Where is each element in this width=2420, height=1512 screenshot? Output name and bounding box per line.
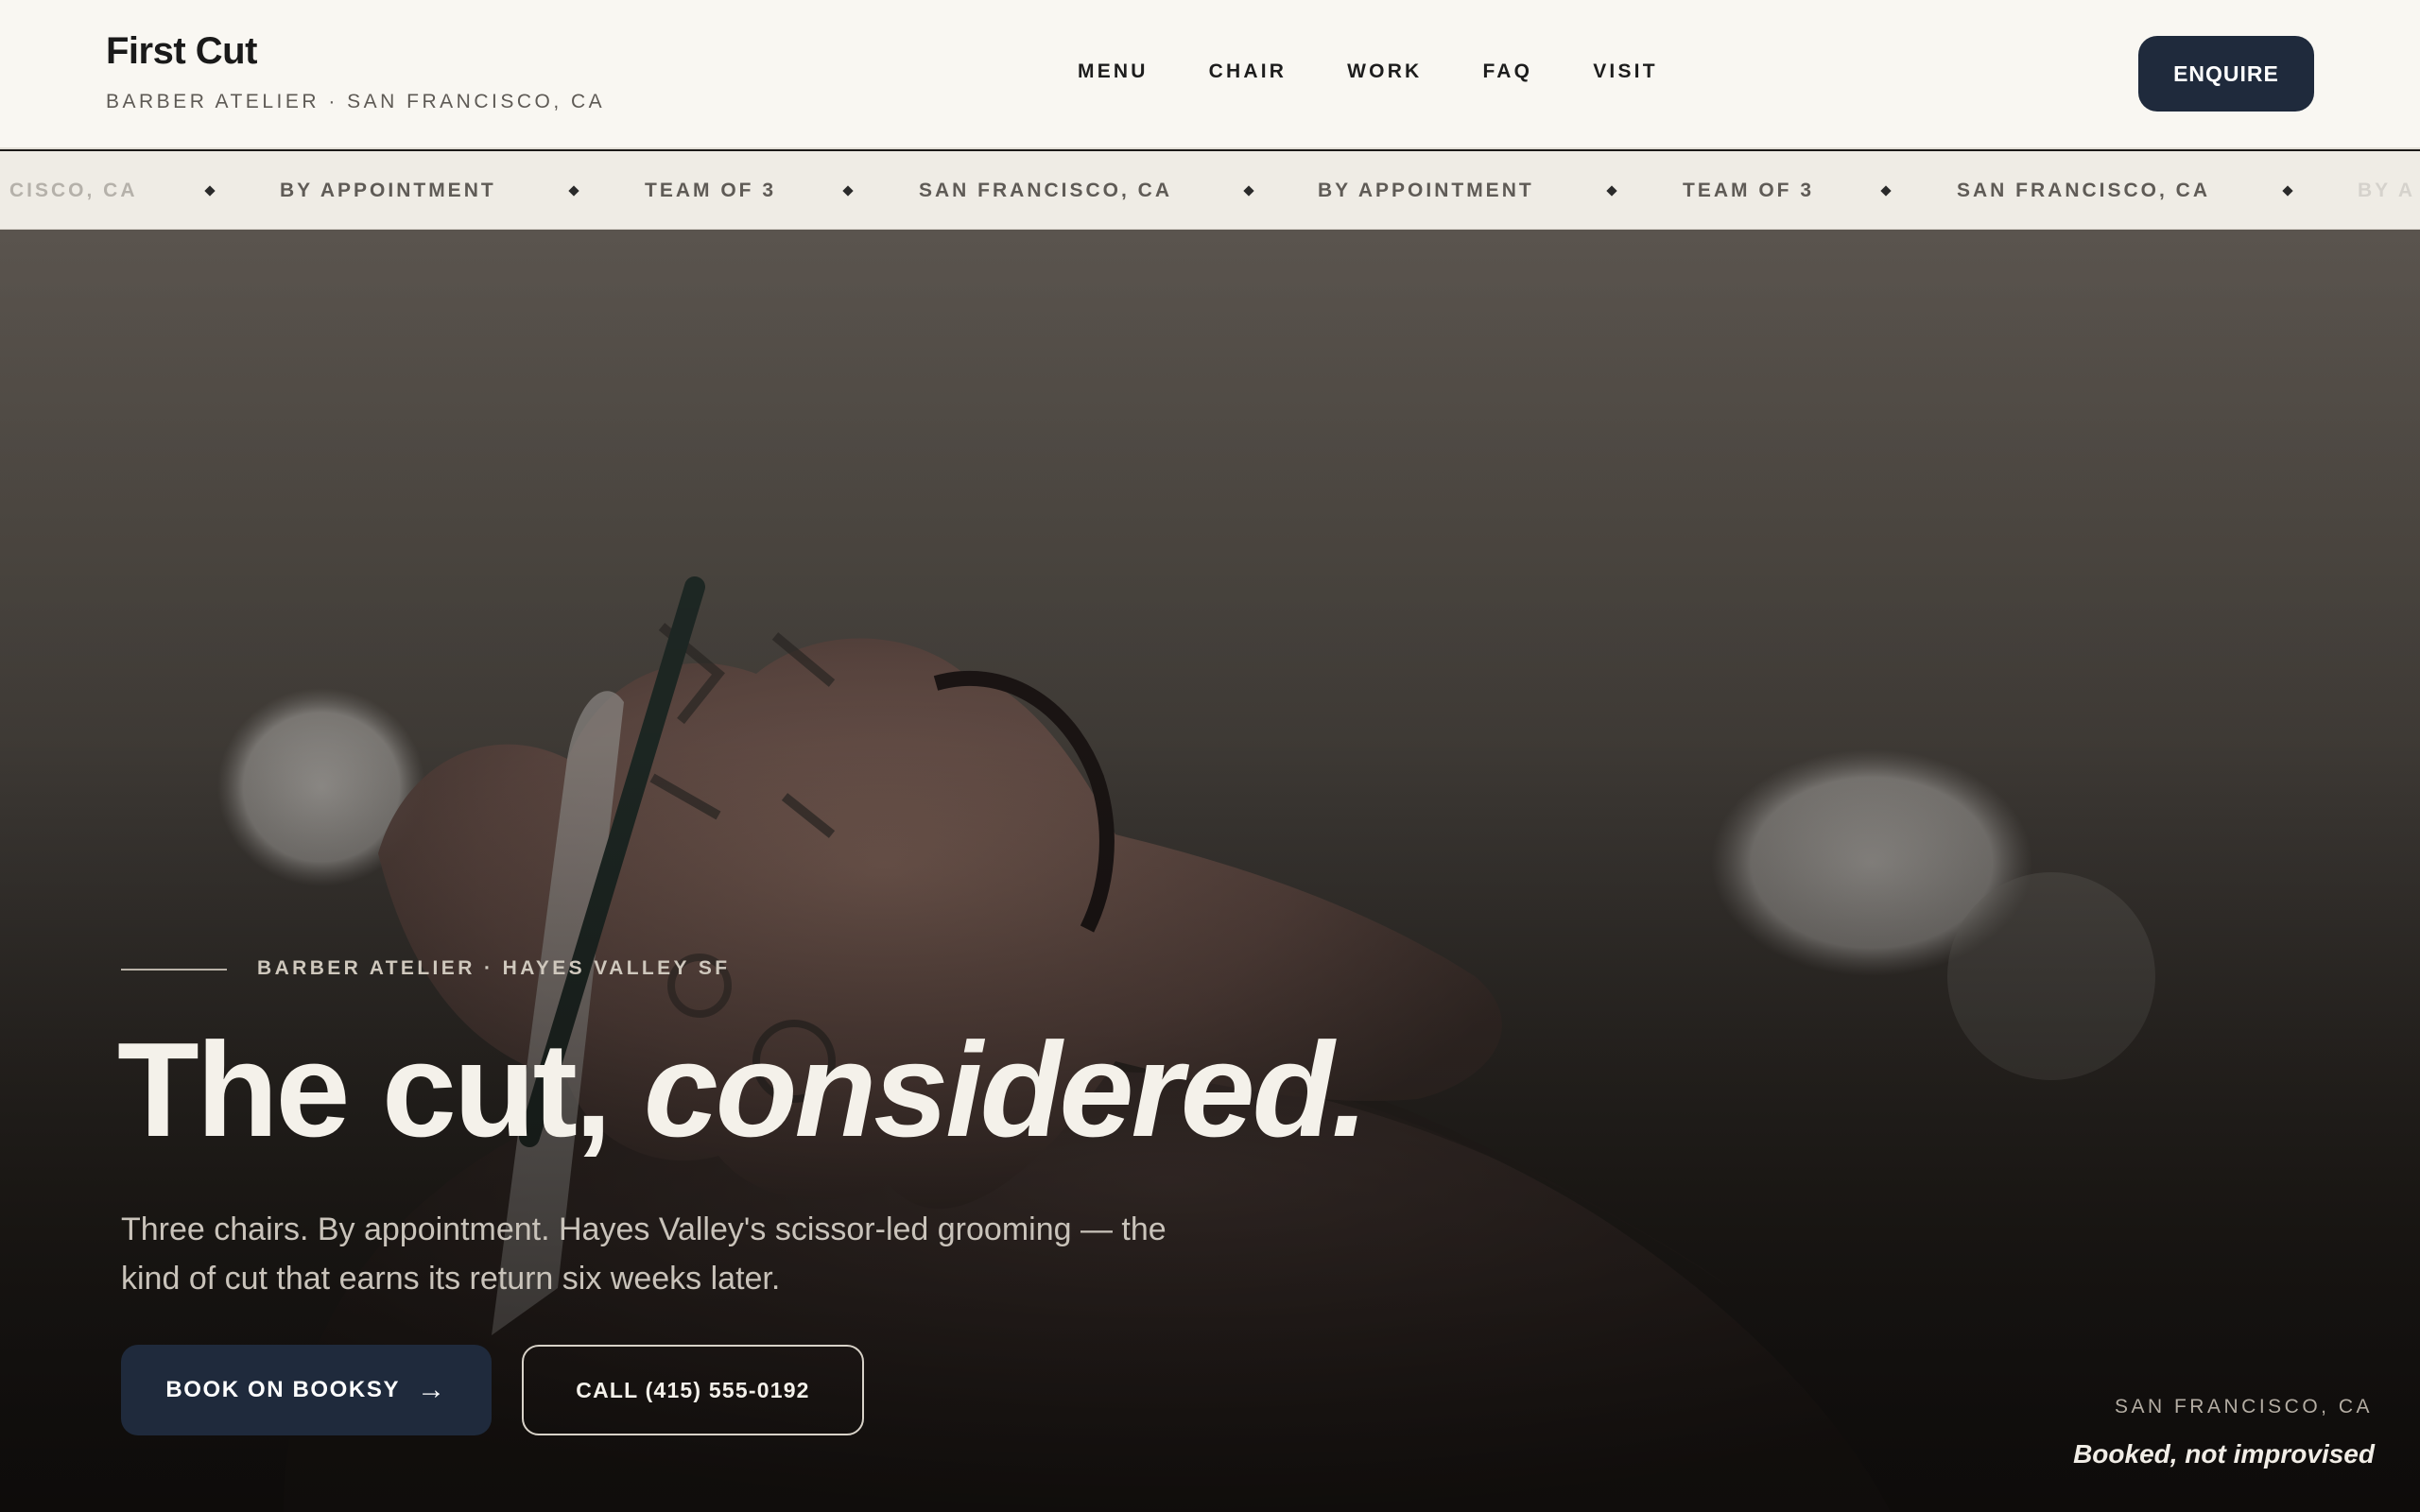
hero-overlay xyxy=(0,230,2420,1512)
headline-plain: The cut, xyxy=(117,1015,644,1165)
hero-lede: Three chairs. By appointment. Hayes Vall… xyxy=(121,1211,1167,1297)
hero-section: BARBER ATELIER · HAYES VALLEY SF The cut… xyxy=(0,230,2420,1512)
diamond-icon xyxy=(1243,185,1254,197)
ticker-item: BY A xyxy=(2358,180,2416,201)
book-button-label: BOOK ON BOOKSY xyxy=(165,1377,401,1402)
main-nav: MENU CHAIR WORK FAQ VISIT xyxy=(1078,60,1719,83)
ticker-item: BY APPOINTMENT xyxy=(1318,180,1534,201)
diamond-icon xyxy=(204,185,216,197)
diamond-icon xyxy=(1606,185,1617,197)
ticker-item: CISCO, CA xyxy=(9,180,138,201)
diamond-icon xyxy=(1880,185,1892,197)
diamond-icon xyxy=(2282,185,2293,197)
hero-location: SAN FRANCISCO, CA xyxy=(2114,1396,2373,1418)
ticker-item: SAN FRANCISCO, CA xyxy=(1957,180,2211,201)
brand-name[interactable]: First Cut xyxy=(106,30,257,73)
diamond-icon xyxy=(568,185,579,197)
ticker-strip: CISCO, CA BY APPOINTMENT TEAM OF 3 SAN F… xyxy=(0,151,2420,230)
hero-headline: The cut, considered. xyxy=(117,1023,1369,1158)
ticker-item: TEAM OF 3 xyxy=(645,180,777,201)
arrow-right-icon: → xyxy=(417,1374,447,1405)
booked-note: Booked, not improvised xyxy=(2073,1439,2375,1469)
eyebrow-rule xyxy=(121,969,227,971)
ticker-item: BY APPOINTMENT xyxy=(280,180,496,201)
diamond-icon xyxy=(842,185,854,197)
ticker-track: CISCO, CA BY APPOINTMENT TEAM OF 3 SAN F… xyxy=(0,151,2420,229)
site-header: First Cut BARBER ATELIER · SAN FRANCISCO… xyxy=(0,0,2420,149)
ticker-item: TEAM OF 3 xyxy=(1683,180,1815,201)
book-on-booksy-button[interactable]: BOOK ON BOOKSY → xyxy=(121,1345,492,1435)
enquire-button[interactable]: ENQUIRE xyxy=(2138,36,2314,112)
headline-italic: considered. xyxy=(643,1015,1369,1165)
nav-item-chair[interactable]: CHAIR xyxy=(1209,60,1288,83)
call-button[interactable]: CALL (415) 555-0192 xyxy=(522,1345,864,1435)
nav-item-visit[interactable]: VISIT xyxy=(1593,60,1658,83)
nav-item-work[interactable]: WORK xyxy=(1347,60,1422,83)
ticker-item: SAN FRANCISCO, CA xyxy=(919,180,1173,201)
nav-item-faq[interactable]: FAQ xyxy=(1482,60,1532,83)
hero-eyebrow: BARBER ATELIER · HAYES VALLEY SF xyxy=(257,957,731,979)
brand-tagline: BARBER ATELIER · SAN FRANCISCO, CA xyxy=(106,91,606,112)
nav-item-menu[interactable]: MENU xyxy=(1078,60,1149,83)
